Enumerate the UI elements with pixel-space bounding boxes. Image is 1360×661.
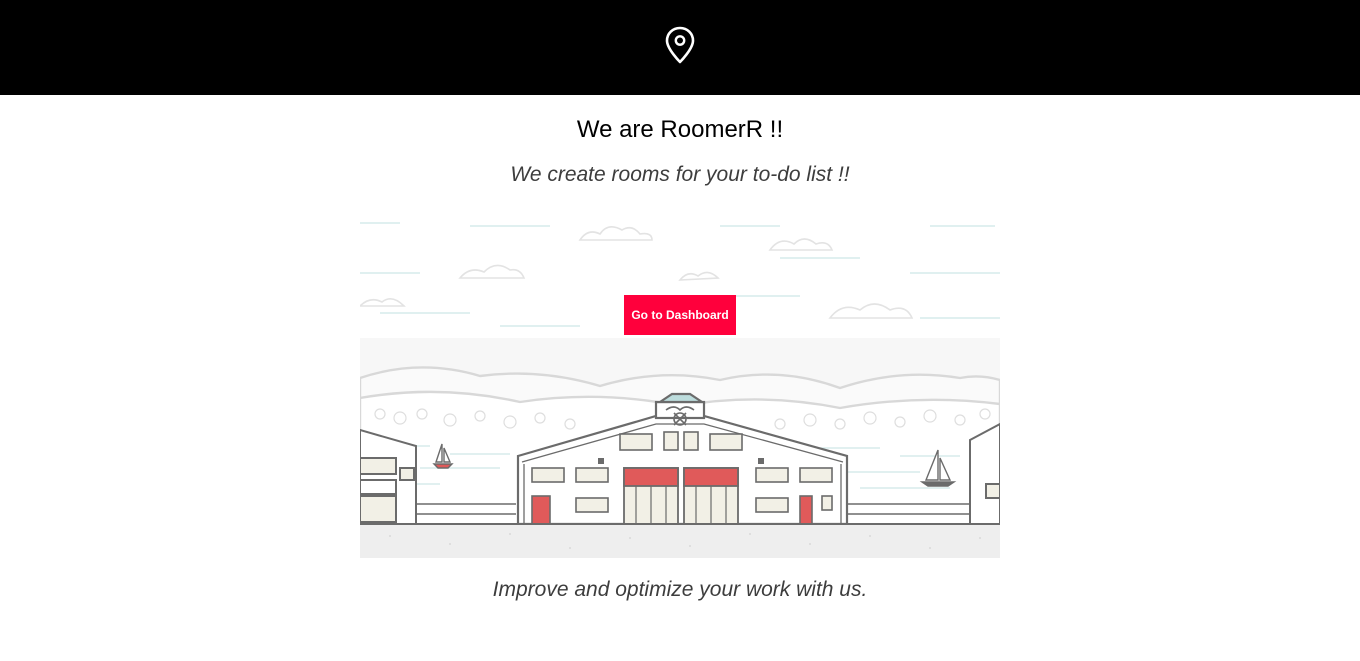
map-pin-icon[interactable]: [664, 26, 696, 69]
hero-section: Go to Dashboard: [360, 218, 1000, 558]
top-bar: [0, 0, 1360, 95]
subtitle: We create rooms for your to-do list !!: [510, 163, 850, 186]
main-content: We are RoomerR !! We create rooms for yo…: [0, 95, 1360, 602]
tagline: Improve and optimize your work with us.: [492, 578, 868, 601]
page-title: We are RoomerR !!: [576, 116, 784, 143]
go-to-dashboard-button[interactable]: Go to Dashboard: [624, 295, 736, 335]
warehouse-pier-illustration: [360, 222, 1000, 558]
